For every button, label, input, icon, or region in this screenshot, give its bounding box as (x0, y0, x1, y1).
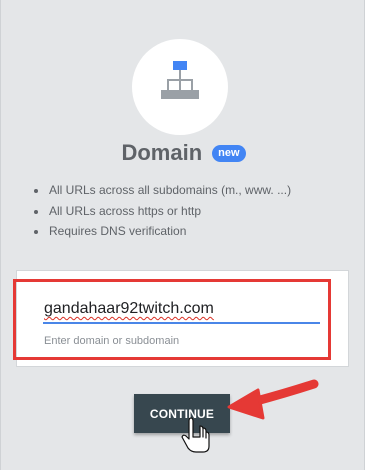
hand-pointer-icon (181, 417, 210, 453)
add-property-panel: Domain new All URLs across all subdomain… (0, 0, 365, 470)
